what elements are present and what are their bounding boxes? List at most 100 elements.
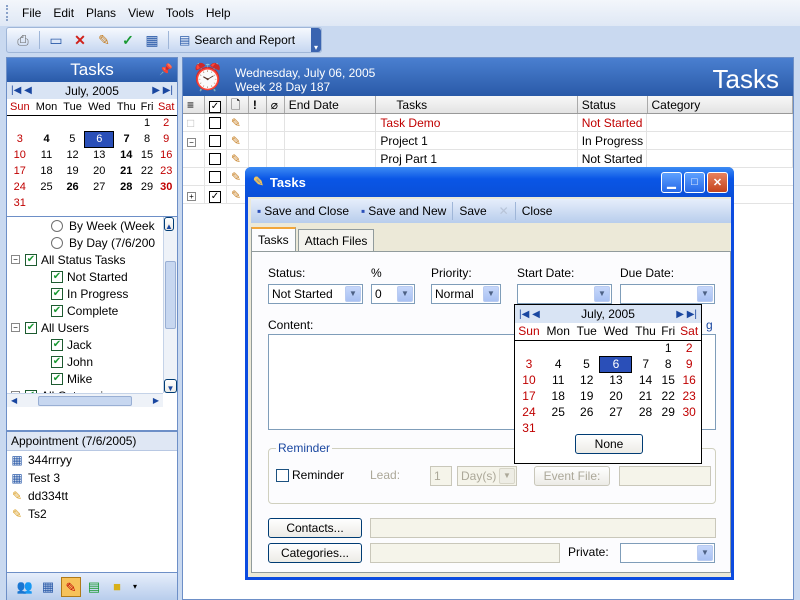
menu-view[interactable]: View	[122, 6, 160, 20]
tab-tasks[interactable]: Tasks	[251, 227, 296, 251]
calendar-day[interactable]: 19	[574, 388, 600, 404]
row-complete-checkbox[interactable]	[205, 114, 227, 131]
row-complete-checkbox[interactable]: ✓	[205, 186, 227, 203]
appointment-item[interactable]: ▦ 344rrryy	[7, 451, 177, 469]
calendar-day[interactable]: 8	[139, 131, 156, 147]
due-date-picker[interactable]: ▼	[620, 284, 715, 304]
tree-item-john[interactable]: ✔ John	[7, 353, 163, 370]
calendar-day[interactable]: 19	[60, 163, 84, 179]
chevron-down-icon[interactable]: ▼	[499, 468, 515, 484]
calendar-day[interactable]: 3	[515, 356, 543, 372]
status-select[interactable]: Not Started ▼	[268, 284, 363, 304]
calendar-day[interactable]: 22	[139, 163, 156, 179]
calendar-day[interactable]: 5	[60, 131, 84, 147]
scroll-up-icon[interactable]: ▲	[164, 217, 174, 231]
none-button[interactable]: None	[575, 434, 643, 454]
chevron-down-icon[interactable]: ▼	[397, 286, 413, 302]
calendar-day[interactable]: 2	[155, 115, 177, 131]
toolbar-overflow-chevron-icon[interactable]: ▾	[311, 28, 321, 52]
calendar-day[interactable]: 16	[155, 147, 177, 163]
calendar-day[interactable]: 9	[155, 131, 177, 147]
private-select[interactable]: ▼	[620, 543, 715, 563]
tree-item-in-progress[interactable]: ✔ In Progress	[7, 285, 163, 302]
calendar-day[interactable]: 21	[114, 163, 139, 179]
notes-icon[interactable]: ▤	[84, 577, 104, 597]
next-year-icon[interactable]: ▶ ▶|	[152, 85, 173, 96]
calendar-day[interactable]: 29	[659, 404, 677, 420]
calendar-day[interactable]: 10	[515, 372, 543, 388]
calendar-day[interactable]: 12	[60, 147, 84, 163]
scroll-left-icon[interactable]: ◀	[11, 396, 17, 405]
priority-select[interactable]: Normal ▼	[431, 284, 501, 304]
appointment-item[interactable]: ▦ Test 3	[7, 469, 177, 487]
tasks-icon[interactable]: ✎	[61, 576, 81, 597]
column-complete-icon[interactable]: ✓	[205, 96, 227, 113]
tree-item-not-started[interactable]: ✔ Not Started	[7, 268, 163, 285]
chevron-down-icon[interactable]: ▼	[594, 286, 610, 302]
calendar-day[interactable]: 7	[632, 356, 659, 372]
calendar-day[interactable]: 24	[515, 404, 543, 420]
column-attachment-icon[interactable]: ⌀	[267, 96, 285, 113]
calendar-day[interactable]: 12	[574, 372, 600, 388]
calendar-day[interactable]: 31	[515, 420, 543, 436]
printer-icon[interactable]: ⎙	[13, 30, 33, 50]
scroll-right-icon[interactable]: ▶	[153, 396, 159, 405]
pin-icon[interactable]: 📌	[159, 58, 173, 82]
row-complete-checkbox[interactable]	[205, 168, 227, 185]
john-checkbox[interactable]: ✔	[51, 355, 63, 368]
dialog-title-bar[interactable]: ✎ Tasks ▁ □ ✕	[245, 167, 734, 197]
jack-checkbox[interactable]: ✔	[51, 338, 63, 351]
new-window-icon[interactable]: ▭	[46, 30, 66, 50]
menu-plans[interactable]: Plans	[80, 6, 122, 20]
event-file-button[interactable]: Event File:	[534, 466, 610, 486]
scroll-down-icon[interactable]: ▼	[164, 379, 177, 393]
calendar-day[interactable]: 15	[139, 147, 156, 163]
event-file-input[interactable]	[619, 466, 711, 486]
delete-icon[interactable]: ✕	[493, 204, 515, 218]
calendar-day[interactable]: 17	[7, 163, 33, 179]
save-and-new-button[interactable]: ▪ Save and New	[355, 204, 452, 218]
calendar-day[interactable]: 30	[677, 404, 701, 420]
calendar-day[interactable]: 11	[543, 372, 574, 388]
calendar-day[interactable]: 24	[7, 179, 33, 195]
menu-tools[interactable]: Tools	[160, 6, 200, 20]
row-task[interactable]: Project 1	[376, 132, 578, 149]
tree-vertical-scrollbar[interactable]: ▲ ▼	[163, 217, 177, 393]
calendar-day[interactable]: 5	[574, 356, 600, 372]
calendar-day[interactable]: 18	[543, 388, 574, 404]
prev-year-icon[interactable]: |◀ ◀	[11, 85, 32, 96]
calendar-day[interactable]: 8	[659, 356, 677, 372]
by-day-radio[interactable]	[51, 236, 63, 249]
column-category[interactable]: Category	[648, 96, 793, 113]
close-button[interactable]: Close	[516, 204, 559, 218]
prev-year-icon[interactable]: |◀ ◀	[519, 309, 540, 320]
tree-item-complete[interactable]: ✔ Complete	[7, 302, 163, 319]
menu-help[interactable]: Help	[200, 6, 237, 20]
lead-value[interactable]: 1	[430, 466, 452, 486]
calendar-day[interactable]: 25	[543, 404, 574, 420]
calendar-day[interactable]: 10	[7, 147, 33, 163]
appointment-item[interactable]: ✎ Ts2	[7, 505, 177, 523]
row-complete-checkbox[interactable]	[205, 132, 227, 149]
calendar-day[interactable]: 23	[677, 388, 701, 404]
contacts-icon[interactable]: 👥	[15, 577, 35, 597]
calendar-day[interactable]: 27	[600, 404, 632, 420]
calendar-day[interactable]: 26	[574, 404, 600, 420]
chevron-down-icon[interactable]: ▼	[697, 286, 713, 302]
mike-checkbox[interactable]: ✔	[51, 372, 63, 385]
calendar-day[interactable]: 25	[33, 179, 61, 195]
calendar-day[interactable]: 27	[85, 179, 114, 195]
calendar-day[interactable]: 6	[84, 130, 115, 148]
calendar-day[interactable]: 13	[600, 372, 632, 388]
row-task[interactable]: Proj Part 1	[376, 150, 578, 167]
column-priority-icon[interactable]: !	[249, 96, 267, 113]
chevron-down-icon[interactable]: ▼	[483, 286, 499, 302]
collapse-icon[interactable]: −	[11, 255, 20, 264]
calendar-day[interactable]: 30	[155, 179, 177, 195]
sticky-note-icon[interactable]: ■	[107, 577, 127, 597]
calendar-icon[interactable]: ▦	[38, 577, 58, 597]
calendar-day[interactable]: 14	[632, 372, 659, 388]
calendar-day[interactable]: 14	[114, 147, 139, 163]
column-tree-icon[interactable]: ≡	[183, 96, 205, 113]
column-status[interactable]: Status	[578, 96, 648, 113]
